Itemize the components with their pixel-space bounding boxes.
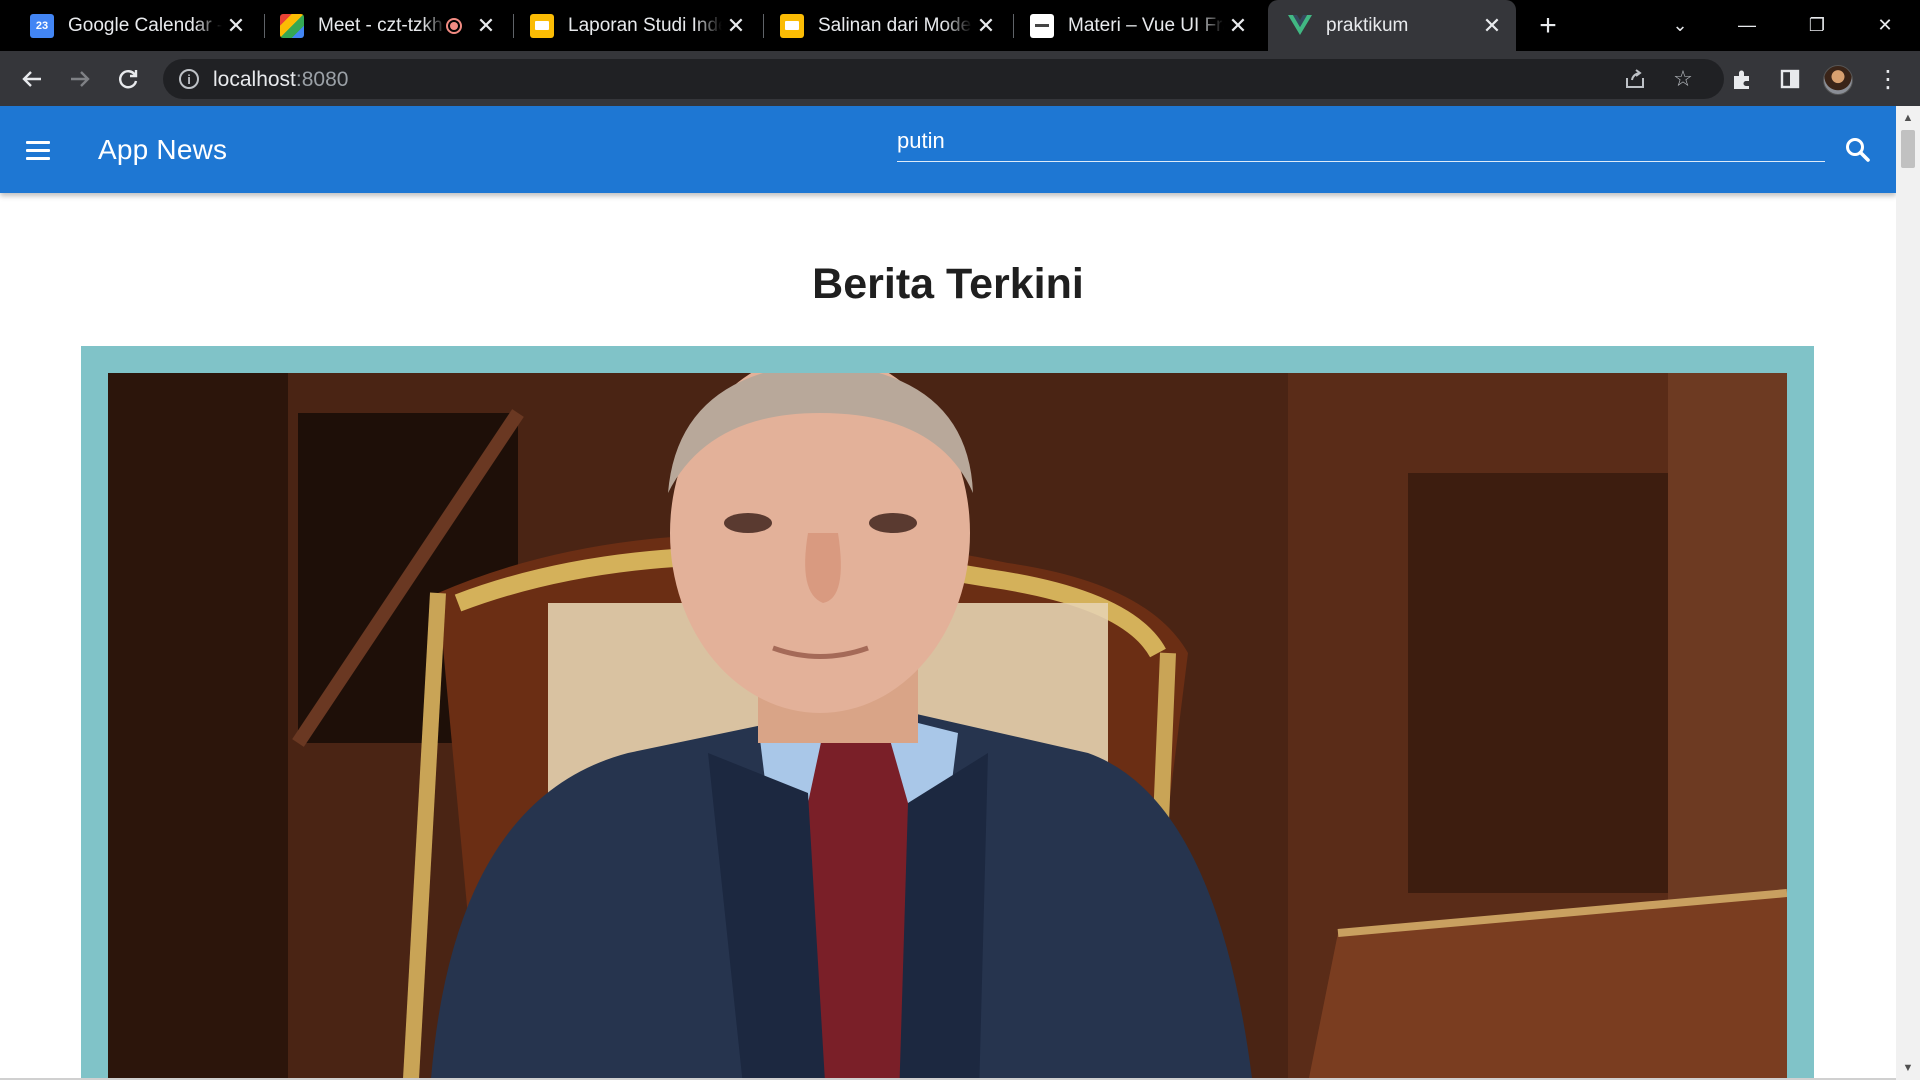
scroll-down-icon[interactable]: ▼	[1902, 1062, 1914, 1074]
url-port: :8080	[295, 68, 349, 91]
url-text: localhost:8080	[213, 68, 348, 92]
tab-search-chevron-icon[interactable]: ⌄	[1645, 0, 1715, 51]
side-panel-icon[interactable]	[1772, 61, 1808, 97]
close-icon[interactable]: ✕	[722, 12, 750, 40]
page-viewport: App News Berita Terkini	[0, 106, 1896, 1080]
tab-praktikum[interactable]: praktikum ✕	[1268, 0, 1516, 51]
meet-icon	[280, 13, 304, 38]
news-image[interactable]	[108, 373, 1787, 1080]
app-title: App News	[98, 134, 228, 165]
search-input[interactable]	[897, 120, 1825, 161]
scroll-up-icon[interactable]: ▲	[1902, 112, 1914, 124]
calendar-icon: 23	[30, 13, 54, 38]
minimize-button[interactable]: —	[1712, 0, 1782, 51]
close-icon[interactable]: ✕	[1478, 12, 1506, 40]
close-icon[interactable]: ✕	[972, 12, 1000, 40]
reload-icon	[119, 70, 138, 89]
bookmark-star-icon[interactable]: ☆	[1669, 65, 1697, 93]
tab-strip: 23 Google Calendar - W ✕ Meet - czt-tzkh…	[0, 0, 1920, 51]
tab-title: Meet - czt-tzkh	[318, 14, 443, 36]
chart-icon	[1030, 13, 1054, 38]
tab-laporan[interactable]: Laporan Studi Indep ✕	[500, 0, 760, 51]
arrow-left-icon	[22, 71, 41, 87]
window-close-button[interactable]: ✕	[1850, 0, 1920, 51]
address-bar[interactable]: i localhost:8080 ☆	[163, 59, 1724, 99]
arrow-right-icon	[71, 71, 90, 87]
reload-button[interactable]	[110, 61, 146, 97]
tab-meet[interactable]: Meet - czt-tzkh ✕	[250, 0, 510, 51]
search-icon[interactable]	[1840, 132, 1876, 168]
tab-title: Salinan dari Modern	[818, 14, 972, 36]
new-tab-button[interactable]: +	[1532, 9, 1564, 42]
close-icon[interactable]: ✕	[222, 12, 250, 40]
restore-button[interactable]: ❐	[1782, 0, 1852, 51]
browser-toolbar: i localhost:8080 ☆ ⋮	[0, 51, 1920, 106]
share-icon[interactable]	[1621, 65, 1649, 93]
more-menu-icon[interactable]: ⋮	[1870, 61, 1906, 97]
page-scrollbar[interactable]: ▲ ▼	[1896, 106, 1920, 1080]
slides-icon	[780, 13, 804, 38]
search-field[interactable]	[897, 120, 1825, 162]
app-bar: App News	[0, 106, 1896, 193]
close-icon[interactable]: ✕	[472, 12, 500, 40]
tab-title: Laporan Studi Indep	[568, 14, 722, 36]
page-title: Berita Terkini	[812, 260, 1084, 308]
profile-avatar[interactable]	[1823, 65, 1853, 95]
tab-title: praktikum	[1326, 14, 1409, 36]
info-icon[interactable]: i	[179, 69, 199, 89]
tab-google-calendar[interactable]: 23 Google Calendar - W ✕	[0, 0, 260, 51]
vue-icon	[1288, 14, 1312, 38]
forward-button[interactable]	[62, 61, 98, 97]
hamburger-menu-icon[interactable]	[20, 132, 56, 168]
url-host: localhost	[213, 68, 296, 91]
recording-icon	[446, 17, 462, 34]
slides-icon	[530, 13, 554, 38]
extensions-icon[interactable]	[1724, 61, 1760, 97]
tab-salinan[interactable]: Salinan dari Modern ✕	[750, 0, 1010, 51]
tab-title: Materi – Vue UI Fra	[1068, 14, 1224, 36]
tab-title: Google Calendar - W	[68, 14, 222, 36]
close-icon[interactable]: ✕	[1224, 12, 1252, 40]
tab-materi[interactable]: Materi – Vue UI Fra ✕	[1000, 0, 1262, 51]
back-button[interactable]	[14, 61, 50, 97]
news-card[interactable]	[81, 346, 1814, 1080]
scrollbar-thumb[interactable]	[1901, 130, 1915, 168]
news-photo	[108, 373, 1787, 1080]
